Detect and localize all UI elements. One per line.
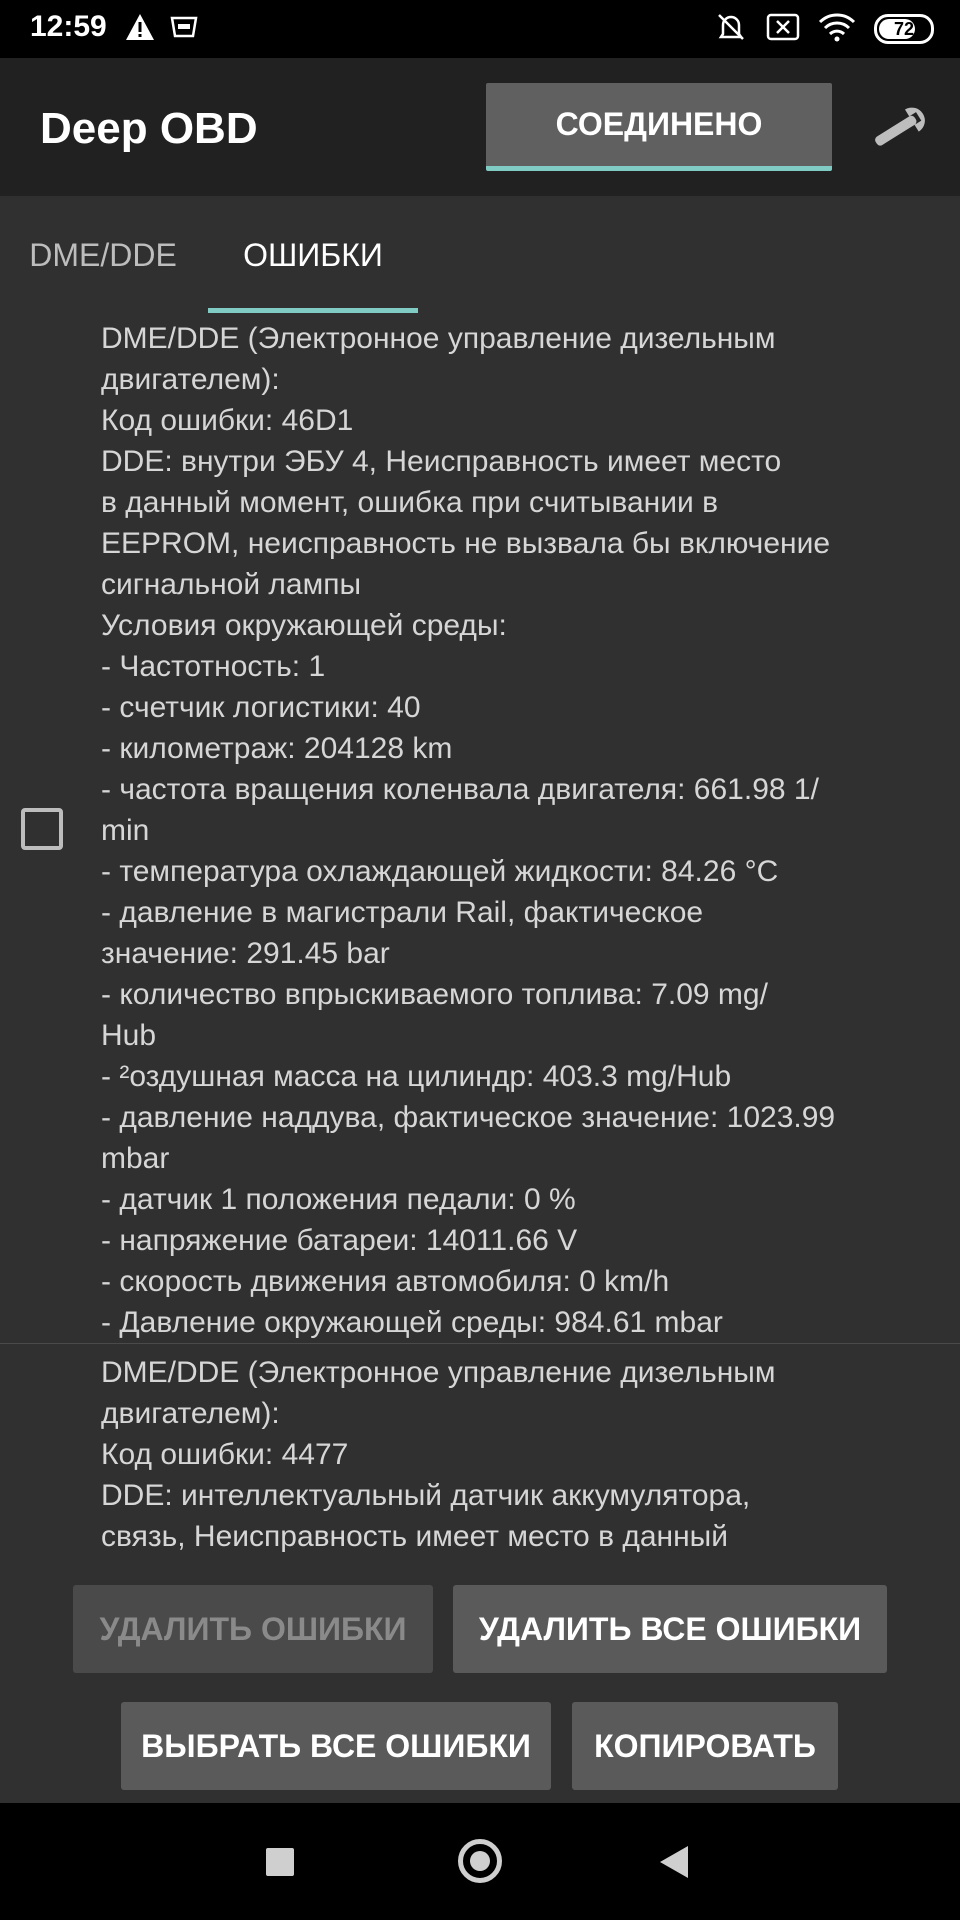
mute-icon <box>714 10 748 49</box>
error-line: DME/DDE (Электронное управление дизельны… <box>101 1356 776 1389</box>
obd-icon <box>169 15 199 44</box>
back-icon[interactable] <box>660 1846 688 1878</box>
error-line: Код ошибки: 46D1 <box>101 404 354 437</box>
wrench-icon[interactable] <box>864 98 936 158</box>
error-text: DME/DDE (Электронное управление дизельны… <box>101 318 951 1343</box>
error-line: связь, Неисправность имеет место в данны… <box>101 1520 728 1553</box>
delete-all-errors-button[interactable]: УДАЛИТЬ ВСЕ ОШИБКИ <box>453 1585 887 1673</box>
sim-off-icon <box>766 12 800 47</box>
error-line: DME/DDE (Электронное управление дизельны… <box>101 322 776 355</box>
error-line: двигателем): <box>101 363 280 396</box>
error-line: значение: 291.45 bar <box>101 937 390 970</box>
select-all-errors-button[interactable]: ВЫБРАТЬ ВСЕ ОШИБКИ <box>121 1702 551 1790</box>
error-line: DDE: внутри ЭБУ 4, Неисправность имеет м… <box>101 445 782 478</box>
error-line: - напряжение батареи: 14011.66 V <box>101 1224 578 1257</box>
error-line: - километраж: 204128 km <box>101 732 453 765</box>
error-checkbox[interactable] <box>21 808 63 850</box>
error-item[interactable]: DME/DDE (Электронное управление дизельны… <box>0 318 960 1344</box>
home-icon[interactable] <box>458 1839 502 1883</box>
error-line: - давление наддува, фактическое значение… <box>101 1101 836 1134</box>
error-line: Код ошибки: 4477 <box>101 1438 349 1471</box>
error-line: - датчик 1 положения педали: 0 % <box>101 1183 576 1216</box>
connect-button[interactable]: СОЕДИНЕНО <box>486 83 832 171</box>
error-line: DDE: интеллектуальный датчик аккумулятор… <box>101 1479 751 1512</box>
error-line: сигнальной лампы <box>101 568 362 601</box>
error-line: EEPROM, неисправность не вызвала бы вклю… <box>101 527 831 560</box>
tab-bar: DME/DDE ОШИБКИ <box>0 196 960 314</box>
copy-button[interactable]: КОПИРОВАТЬ <box>572 1702 838 1790</box>
error-text: DME/DDE (Электронное управление дизельны… <box>101 1352 951 1557</box>
error-item[interactable]: DME/DDE (Электронное управление дизельны… <box>0 1344 960 1572</box>
app-title: Deep OBD <box>40 104 258 153</box>
error-line: двигателем): <box>101 1397 280 1430</box>
error-line: - давление в магистрали Rail, фактическо… <box>101 896 704 929</box>
error-list[interactable]: DME/DDE (Электронное управление дизельны… <box>0 318 960 1572</box>
error-line: - Частотность: 1 <box>101 650 326 683</box>
error-line: mbar <box>101 1142 170 1175</box>
error-line: min <box>101 814 150 847</box>
error-line: - скорость движения автомобиля: 0 km/h <box>101 1265 670 1298</box>
error-line: - количество впрыскиваемого топлива: 7.0… <box>101 978 768 1011</box>
error-line: - температура охлаждающей жидкости: 84.2… <box>101 855 779 888</box>
app-bar: Deep OBD СОЕДИНЕНО <box>0 58 960 196</box>
error-line: - счетчик логистики: 40 <box>101 691 421 724</box>
battery-level: 72 <box>893 18 915 39</box>
recents-icon[interactable] <box>266 1848 294 1876</box>
tab-dme-dde[interactable]: DME/DDE <box>0 196 206 314</box>
error-line: в данный момент, ошибка при считывании в <box>101 486 719 519</box>
error-line: - частота вращения коленвала двигателя: … <box>101 773 819 806</box>
wifi-icon <box>818 12 856 47</box>
warning-icon <box>125 13 155 46</box>
error-line: Условия окружающей среды: <box>101 609 507 642</box>
nav-bar <box>0 1803 960 1920</box>
battery-icon: 72 <box>874 14 934 44</box>
error-line: - ²оздушная масса на цилиндр: 403.3 mg/H… <box>101 1060 732 1093</box>
error-line: Hub <box>101 1019 157 1052</box>
status-time: 12:59 <box>30 10 107 43</box>
error-line: - Давление окружающей среды: 984.61 mbar <box>101 1306 723 1339</box>
tab-errors[interactable]: ОШИБКИ <box>208 196 418 314</box>
tab-indicator <box>208 308 418 313</box>
status-bar: 12:59 72 <box>0 0 960 58</box>
delete-errors-button[interactable]: УДАЛИТЬ ОШИБКИ <box>73 1585 433 1673</box>
